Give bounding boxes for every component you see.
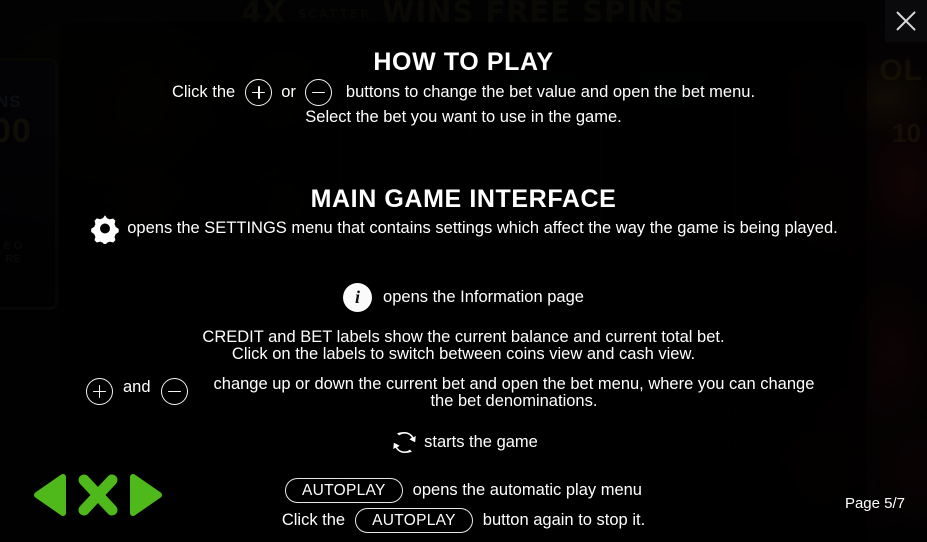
- decrease-bet-icon-2[interactable]: [160, 378, 188, 405]
- close-icon: [893, 8, 919, 34]
- close-overlay-button[interactable]: [885, 0, 927, 42]
- bet-change-row: and change up or down the current bet an…: [86, 376, 814, 410]
- previous-page-button[interactable]: [30, 473, 68, 522]
- how-to-play-click-label: Click the: [171, 83, 236, 101]
- help-navigation: [30, 473, 166, 522]
- increase-bet-icon-2[interactable]: [86, 378, 113, 405]
- how-to-play-or-label: or: [281, 83, 296, 101]
- settings-row: opens the SETTINGS menu that contains se…: [0, 212, 927, 246]
- spin-description: starts the game: [424, 433, 538, 451]
- information-row: i opens the Information page: [0, 283, 927, 312]
- autoplay-button-2[interactable]: AUTOPLAY: [355, 508, 473, 533]
- information-description: opens the Information page: [383, 288, 584, 306]
- autoplay-stop-suffix: button again to stop it.: [482, 511, 646, 529]
- help-content: HOW TO PLAY Click the or buttons to chan…: [0, 0, 927, 542]
- bet-change-text-1: change up or down the current bet and op…: [213, 375, 815, 393]
- gear-icon[interactable]: [89, 212, 121, 246]
- next-page-button[interactable]: [128, 473, 166, 522]
- decrease-bet-icon[interactable]: [304, 79, 332, 106]
- how-to-play-line-2: Select the bet you want to use in the ga…: [305, 108, 622, 126]
- main-game-interface-title: MAIN GAME INTERFACE: [310, 185, 617, 213]
- autoplay-description: opens the automatic play menu: [412, 481, 642, 499]
- settings-description: opens the SETTINGS menu that contains se…: [127, 218, 838, 237]
- credit-bet-line-2: Click on the labels to switch between co…: [231, 345, 696, 363]
- how-to-play-line-1: Click the or buttons to change the bet v…: [0, 79, 927, 106]
- close-help-button[interactable]: [76, 473, 120, 522]
- increase-bet-icon[interactable]: [245, 79, 273, 106]
- spin-row: starts the game: [0, 427, 927, 458]
- autoplay-button[interactable]: AUTOPLAY: [285, 478, 403, 503]
- info-icon[interactable]: i: [343, 283, 373, 312]
- page-counter: Page 5/7: [844, 495, 905, 512]
- how-to-play-buttons-text: buttons to change the bet value and open…: [345, 83, 756, 101]
- how-to-play-title: HOW TO PLAY: [373, 48, 554, 76]
- bet-change-text-2: the bet denominations.: [430, 392, 598, 410]
- autoplay-stop-prefix: Click the: [281, 511, 346, 529]
- help-overlay-screen: 4X SCATTER WINS FREE SPINS NS 00 E O RE …: [0, 0, 927, 542]
- bet-and-label: and: [123, 378, 151, 396]
- spin-icon[interactable]: [389, 427, 420, 458]
